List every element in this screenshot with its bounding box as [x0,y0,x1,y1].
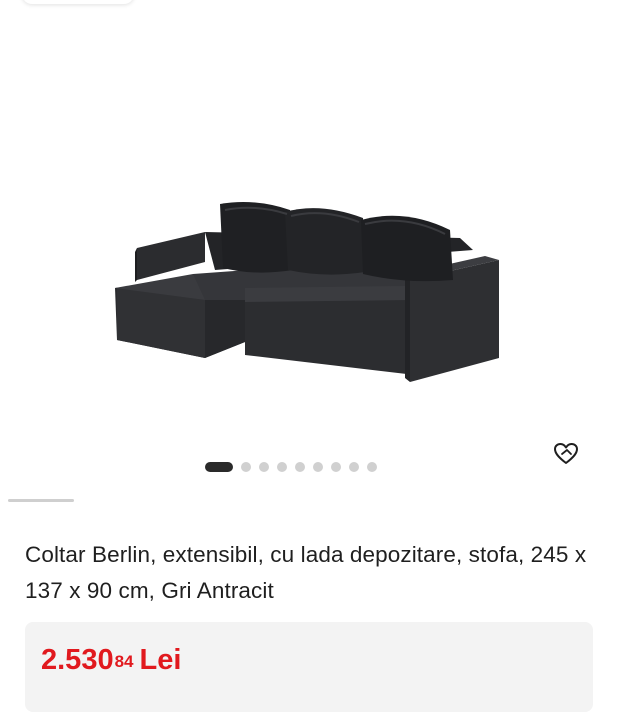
gallery-dot-5[interactable] [295,462,305,472]
gallery-dot-1[interactable] [205,462,233,472]
wishlist-button[interactable] [552,440,580,468]
gallery-dot-7[interactable] [331,462,341,472]
price-currency: Lei [139,644,182,676]
gallery-dot-9[interactable] [367,462,377,472]
heart-outline-icon [554,443,578,464]
gallery-dot-2[interactable] [241,462,251,472]
gallery-pagination [205,462,377,472]
gallery-dot-4[interactable] [277,462,287,472]
product-price: 2.53084 Lei [41,642,181,678]
price-decimals: 84 [114,652,134,671]
product-gallery[interactable] [0,0,618,490]
product-title: Coltar Berlin, extensibil, cu lada depoz… [25,542,587,603]
section-divider [8,499,74,502]
gallery-dot-6[interactable] [313,462,323,472]
gallery-dot-8[interactable] [349,462,359,472]
gallery-dot-3[interactable] [259,462,269,472]
product-image[interactable] [105,190,515,400]
price-integer: 2.530 [41,644,114,676]
